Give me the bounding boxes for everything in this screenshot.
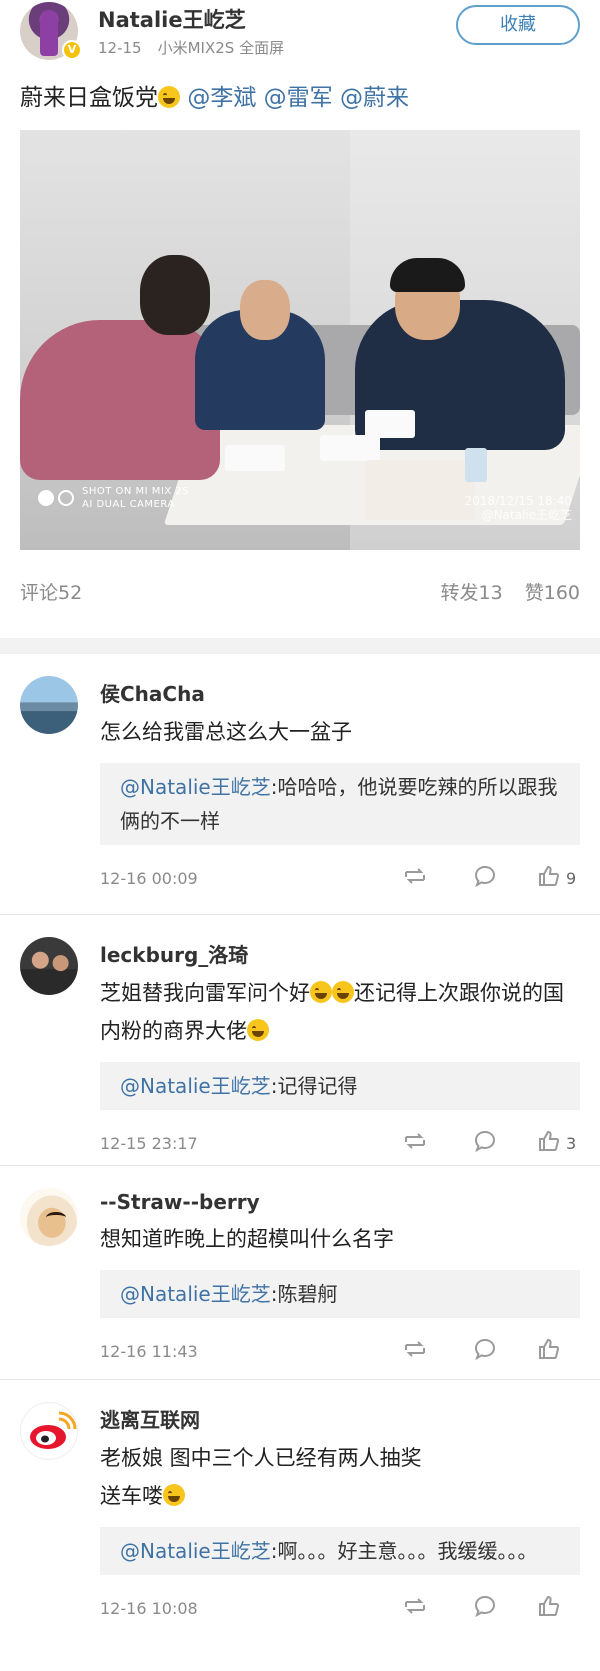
comment-item: 逃离互联网 老板娘 图中三个人已经有两人抽奖送车喽 @Natalie王屹芝:啊。…: [0, 1380, 600, 1660]
comment-footer: 12-16 11:43: [100, 1318, 580, 1388]
reply-author[interactable]: @Natalie王屹芝: [120, 775, 271, 799]
repost-icon[interactable]: [402, 863, 428, 893]
crying-emoji-icon: [310, 981, 332, 1003]
comment-item: 侯ChaCha 怎么给我雷总这么大一盆子 @Natalie王屹芝:哈哈哈，他说要…: [0, 654, 600, 915]
commenter-avatar[interactable]: [20, 1402, 78, 1460]
comment-text: 芝姐替我向雷军问个好 还记得上次跟你说的国内粉的商界大佬: [100, 981, 564, 1043]
comment-time: 12-16 11:43: [100, 1342, 198, 1361]
commenter-name[interactable]: --Straw--berry: [100, 1166, 580, 1214]
comment-icon[interactable]: [472, 1128, 498, 1158]
weibo-post: V Natalie王屹芝 12-15 小米MIX2S 全面屏 收藏 蔚来日盒饭党 …: [0, 0, 600, 638]
repost-icon[interactable]: [402, 1593, 428, 1623]
reposts-tab[interactable]: 转发13: [441, 582, 503, 604]
like-count: 9: [566, 869, 577, 888]
post-text-body: 蔚来日盒饭党: [20, 85, 158, 111]
comments-tab[interactable]: 评论52: [20, 578, 82, 605]
favorite-button[interactable]: 收藏: [456, 5, 580, 45]
photo-timestamp: 2018/12/15 18:40 @Natalie王屹芝: [464, 494, 572, 522]
reply-author[interactable]: @Natalie王屹芝: [120, 1074, 271, 1098]
crying-emoji-icon: [332, 981, 354, 1003]
comment-icon[interactable]: [472, 1593, 498, 1623]
repost-icon[interactable]: [402, 1128, 428, 1158]
commenter-name[interactable]: leckburg_洛琦: [100, 915, 580, 968]
comment-footer: 12-16 00:09 9: [100, 845, 580, 915]
commenter-name[interactable]: 侯ChaCha: [100, 654, 580, 707]
author-reply[interactable]: @Natalie王屹芝:哈哈哈，他说要吃辣的所以跟我俩的不一样: [100, 763, 580, 845]
author-reply[interactable]: @Natalie王屹芝:陈碧舸: [100, 1270, 580, 1318]
weibo-logo-icon: [30, 1411, 77, 1449]
reply-text: :陈碧舸: [270, 1282, 338, 1306]
author-reply[interactable]: @Natalie王屹芝:记得记得: [100, 1062, 580, 1110]
post-header: V Natalie王屹芝 12-15 小米MIX2S 全面屏 收藏: [20, 0, 580, 72]
commenter-name[interactable]: 逃离互联网: [100, 1380, 580, 1433]
camera-watermark-icon: [38, 490, 78, 510]
comment-time: 12-16 10:08: [100, 1599, 198, 1618]
comment-text: 老板娘 图中三个人已经有两人抽奖送车喽: [100, 1446, 422, 1508]
comment-item: leckburg_洛琦 芝姐替我向雷军问个好 还记得上次跟你说的国内粉的商界大佬 …: [0, 915, 600, 1166]
reply-author[interactable]: @Natalie王屹芝: [120, 1282, 271, 1306]
like-icon[interactable]: 3: [536, 1128, 580, 1158]
reply-text: :啊。。。好主意。。。我缓缓。。。: [270, 1539, 538, 1563]
like-icon[interactable]: [536, 1593, 580, 1623]
post-device: 小米MIX2S 全面屏: [157, 39, 285, 57]
comment-actions: [380, 1593, 580, 1623]
section-divider: [0, 638, 600, 654]
comment-time: 12-16 00:09: [100, 869, 198, 888]
post-meta: 12-15 小米MIX2S 全面屏: [98, 37, 284, 58]
verified-badge-icon: V: [62, 40, 82, 60]
comment-item: --Straw--berry 想知道昨晚上的超模叫什么名字 @Natalie王屹…: [0, 1166, 600, 1380]
like-icon[interactable]: 9: [536, 863, 580, 893]
post-photo[interactable]: SHOT ON MI MIX 2S AI DUAL CAMERA 2018/12…: [20, 130, 580, 550]
author-reply[interactable]: @Natalie王屹芝:啊。。。好主意。。。我缓缓。。。: [100, 1527, 580, 1575]
likes-tab[interactable]: 赞160: [525, 582, 580, 604]
laughing-emoji-icon: [247, 1019, 269, 1041]
reply-author[interactable]: @Natalie王屹芝: [120, 1539, 271, 1563]
comment-text: 想知道昨晚上的超模叫什么名字: [100, 1227, 394, 1251]
comment-text: 怎么给我雷总这么大一盆子: [100, 720, 352, 744]
reply-text: :记得记得: [270, 1074, 358, 1098]
repost-icon[interactable]: [402, 1336, 428, 1366]
comment-icon[interactable]: [472, 863, 498, 893]
mention-li-bin[interactable]: @李斌: [187, 85, 256, 111]
commenter-avatar[interactable]: [20, 1188, 78, 1246]
comment-footer: 12-16 10:08: [100, 1575, 580, 1645]
post-text: 蔚来日盒饭党 @李斌 @雷军 @蔚来: [20, 82, 580, 122]
comment-actions: 3: [380, 1128, 580, 1158]
mention-lei-jun[interactable]: @雷军: [264, 85, 333, 111]
post-stats: 评论52 转发13 赞160: [20, 570, 580, 630]
author-name[interactable]: Natalie王屹芝: [98, 4, 246, 34]
laughing-emoji-icon: [158, 86, 180, 108]
post-date: 12-15: [98, 39, 142, 57]
mention-nio[interactable]: @蔚来: [340, 85, 409, 111]
like-icon[interactable]: [536, 1336, 580, 1366]
commenter-avatar[interactable]: [20, 676, 78, 734]
commenter-avatar[interactable]: [20, 937, 78, 995]
laughing-emoji-icon: [163, 1484, 185, 1506]
comment-actions: [380, 1336, 580, 1366]
comment-actions: 9: [380, 863, 580, 893]
like-count: 3: [566, 1134, 577, 1153]
comment-icon[interactable]: [472, 1336, 498, 1366]
camera-watermark: SHOT ON MI MIX 2S AI DUAL CAMERA: [82, 486, 190, 510]
comment-time: 12-15 23:17: [100, 1134, 198, 1153]
